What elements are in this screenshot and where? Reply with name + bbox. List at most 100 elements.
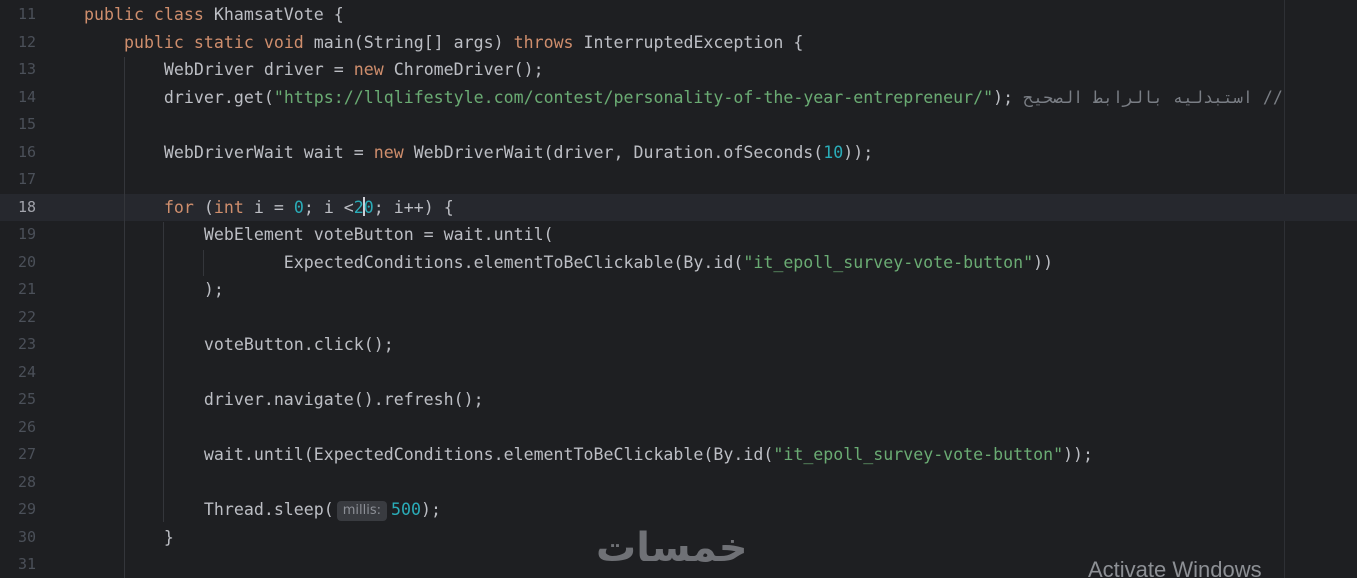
activate-windows-watermark: Activate Windows [1088,557,1262,578]
indent-guide [124,57,125,578]
code-text: WebDriverWait wait = new WebDriverWait(d… [84,139,873,167]
line-number: 24 [17,362,36,381]
code-token: ); [993,87,1024,107]
code-line[interactable]: 17 [0,166,1357,194]
code-text: WebElement voteButton = wait.until( [84,221,554,249]
code-token: )); [1063,445,1094,464]
line-number: 12 [17,32,36,51]
code-token: )); [843,142,874,162]
code-token: 0 [293,197,304,217]
code-line[interactable]: 21 ); [0,276,1357,304]
code-token: voteButton.click(); [84,335,394,354]
code-line[interactable]: 22 [0,304,1357,332]
code-text: ExpectedConditions.elementToBeClickable(… [84,249,1053,277]
line-number: 26 [17,417,36,436]
code-token: ); [84,280,224,299]
code-token: i = [253,197,294,217]
line-number: 20 [17,252,36,271]
parameter-hint: millis: [336,501,388,521]
khamsat-watermark-logo: خمسات [596,525,748,571]
code-token: ( [203,197,214,217]
code-token: WebDriverWait(driver, Duration.ofSeconds… [413,142,824,162]
code-line[interactable]: 27 wait.until(ExpectedConditions.element… [0,441,1357,469]
code-token: 0 [363,197,374,217]
code-line[interactable]: 11 public class KhamsatVote { [0,1,1357,29]
code-token: new [353,60,394,79]
code-token: ; i < [303,197,354,217]
code-text: for (int i = 0; i <20; i++) { [84,194,454,222]
code-token: WebElement voteButton = wait.until( [84,225,554,244]
code-token: throws [513,32,584,52]
code-token: 500 [391,500,422,519]
line-number: 30 [17,527,36,546]
line-number: 18 [17,197,36,216]
line-number: 13 [17,60,36,78]
code-line[interactable]: 15 [0,111,1357,139]
code-token: ; i++) { [373,197,454,217]
code-line[interactable]: 16 WebDriverWait wait = new WebDriverWai… [0,139,1357,167]
line-number: 15 [17,115,36,133]
code-line[interactable]: 19 WebElement voteButton = wait.until( [0,221,1357,249]
code-text: voteButton.click(); [84,331,394,359]
line-number: 21 [17,280,36,298]
line-number: 25 [17,390,36,408]
code-token: driver.navigate().refresh(); [84,390,484,409]
line-number: 22 [17,307,36,326]
code-comment: // استبدليه بالرابط الصحيح [1023,87,1283,107]
code-token: driver.get( [84,87,274,107]
code-text: wait.until(ExpectedConditions.elementToB… [84,441,1093,469]
code-token: Thread.sleep( [84,500,334,519]
line-number: 23 [17,335,36,353]
code-token: KhamsatVote { [213,5,344,24]
line-number: 27 [17,445,36,463]
code-line[interactable]: 18 for (int i = 0; i <20; i++) { [0,193,1357,222]
code-token: public static void [123,32,314,52]
code-text: public static void main(String[] args) t… [84,29,803,57]
code-line[interactable]: 12 public static void main(String[] args… [0,29,1357,57]
code-text: Thread.sleep(millis: 500); [84,496,441,524]
line-number: 29 [17,500,36,518]
code-line[interactable]: 13 WebDriver driver = new ChromeDriver()… [0,56,1357,84]
code-token: InterruptedException { [583,32,804,52]
code-line[interactable]: 23 voteButton.click(); [0,331,1357,359]
code-line[interactable]: 24 [0,359,1357,387]
line-number: 17 [17,170,36,188]
code-text: ); [84,276,224,304]
code-token: int [213,197,254,217]
code-token: "https://llqlifestyle.com/contest/person… [273,87,994,107]
code-token: new [373,142,414,162]
code-token: for [163,197,204,217]
line-number: 16 [17,142,36,161]
code-line[interactable]: 14 driver.get("https://llqlifestyle.com/… [0,84,1357,112]
code-line[interactable]: 29 Thread.sleep(millis: 500); [0,496,1357,524]
line-number: 14 [17,87,36,106]
code-line[interactable]: 25 driver.navigate().refresh(); [0,386,1357,414]
code-token: "it_epoll_survey-vote-button" [743,252,1034,272]
code-token: "it_epoll_survey-vote-button" [773,445,1064,464]
code-token: WebDriverWait wait = [84,142,374,162]
code-line[interactable]: 26 [0,414,1357,442]
code-token: 10 [823,142,844,162]
code-text: driver.navigate().refresh(); [84,386,484,414]
code-editor[interactable]: 11 public class KhamsatVote {12 public st… [0,0,1357,578]
code-text: driver.get("https://llqlifestyle.com/con… [84,84,1283,112]
line-number: 28 [17,472,36,491]
line-number: 19 [17,225,36,243]
code-text: WebDriver driver = new ChromeDriver(); [84,56,544,84]
line-number: 11 [17,5,36,23]
code-text: public class KhamsatVote { [84,1,344,29]
code-token: )) [1033,252,1054,272]
code-token: ); [421,500,441,519]
code-token: ExpectedConditions.elementToBeClickable(… [84,252,744,272]
indent-guide [203,250,204,276]
indent-guide [163,222,164,522]
code-line[interactable]: 28 [0,469,1357,497]
code-token: wait.until(ExpectedConditions.elementToB… [84,445,774,464]
line-number: 31 [17,555,36,573]
code-token: public class [84,5,214,24]
code-token: main(String[] args) [313,32,514,52]
code-token: ChromeDriver(); [393,60,544,79]
code-token: } [84,527,174,547]
code-text: } [84,524,174,552]
